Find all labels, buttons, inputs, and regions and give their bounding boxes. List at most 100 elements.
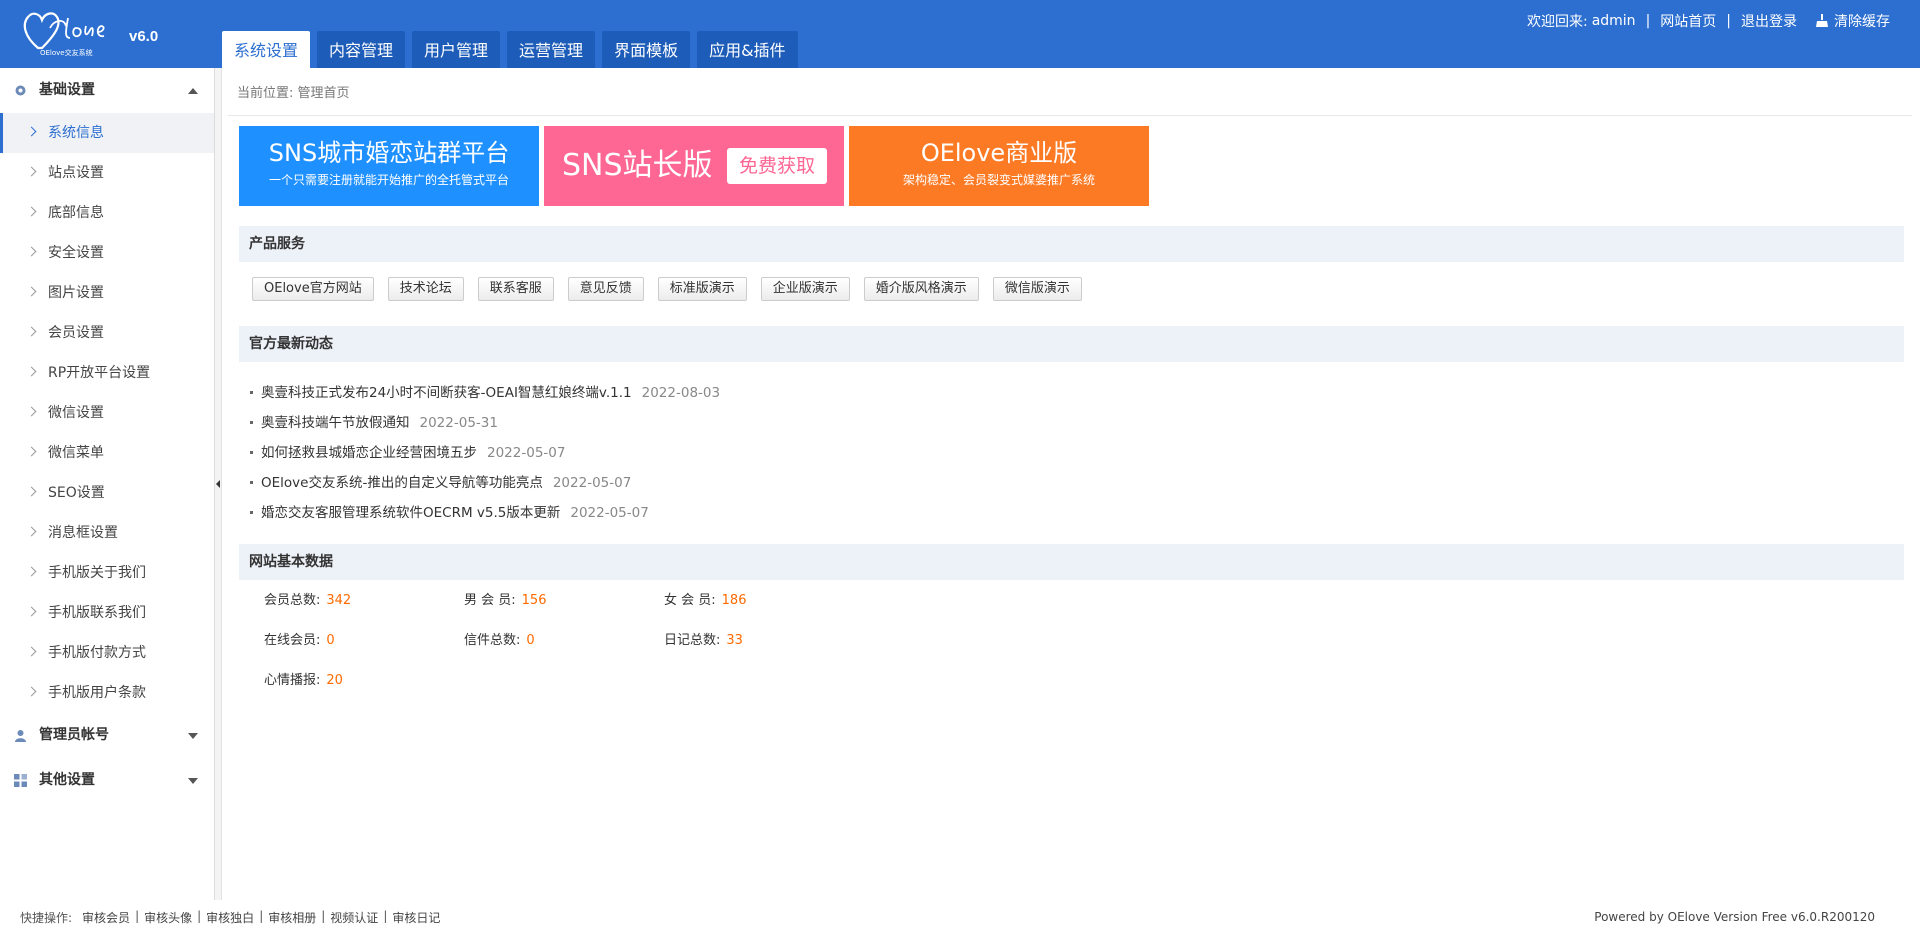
sidebar-item-label: RP开放平台设置 — [48, 365, 151, 381]
sidebar-item-label: 消息框设置 — [48, 525, 118, 541]
oelove-official-site-button[interactable]: OElove官方网站 — [252, 277, 374, 301]
stat-label: 日记总数: — [664, 633, 721, 648]
chevron-right-icon — [26, 126, 37, 137]
bullet-icon — [250, 391, 253, 394]
standard-demo-button[interactable]: 标准版演示 — [657, 277, 747, 301]
quick-review-diaries[interactable]: 审核日记 — [392, 909, 440, 926]
quick-actions: 快捷操作: 审核会员 | 审核头像 | 审核独白 | 审核相册 | 视频认证 | 审核日记 — [20, 909, 440, 926]
oelove-logo[interactable]: OElove交友系统 — [20, 8, 120, 62]
matchmaking-style-demo-button[interactable]: 婚介版风格演示 — [863, 277, 979, 301]
sidebar-item-mobile-contact[interactable]: 手机版联系我们 — [0, 593, 214, 633]
quick-video-verify[interactable]: 视频认证 — [330, 909, 378, 926]
sidebar-group-basic-settings[interactable]: 基础设置 — [0, 68, 214, 113]
sidebar-item-site-settings[interactable]: 站点设置 — [0, 153, 214, 193]
promo-banners: SNS城市婚恋站群平台 一个只需要注册就能开始推广的全托管式平台 SNS站长版 … — [239, 126, 1154, 206]
enterprise-demo-button[interactable]: 企业版演示 — [760, 277, 850, 301]
quick-review-avatars[interactable]: 审核头像 — [144, 909, 192, 926]
news-title-link[interactable]: 奥壹科技正式发布24小时不间断获客-OEAI智慧红娘终端v.1.1 — [261, 385, 632, 401]
news-list: 奥壹科技正式发布24小时不间断获客-OEAI智慧红娘终端v.1.1 2022-08… — [250, 378, 720, 528]
stat-value: 33 — [726, 633, 743, 648]
username-link[interactable]: admin — [1592, 13, 1636, 29]
sidebar-item-wechat-settings[interactable]: 微信设置 — [0, 393, 214, 433]
welcome-text: 欢迎回来: — [1526, 14, 1588, 30]
news-date: 2022-05-07 — [552, 475, 632, 491]
clear-cache-button[interactable]: 清除缓存 — [1815, 11, 1890, 31]
sidebar-item-message-box[interactable]: 消息框设置 — [0, 513, 214, 553]
sidebar-item-seo[interactable]: SEO设置 — [0, 473, 214, 513]
tab-system-settings[interactable]: 系统设置 — [222, 31, 311, 68]
sidebar-group-other-settings[interactable]: 其他设置 — [0, 758, 214, 803]
quick-review-albums[interactable]: 审核相册 — [268, 909, 316, 926]
sidebar-item-label: 站点设置 — [48, 165, 104, 181]
tab-operations[interactable]: 运营管理 — [507, 31, 596, 68]
sidebar-item-image-settings[interactable]: 图片设置 — [0, 273, 214, 313]
banner-sns-webmaster[interactable]: SNS站长版 免费获取 — [544, 126, 844, 206]
chevron-right-icon — [26, 206, 37, 217]
sidebar-item-mobile-about[interactable]: 手机版关于我们 — [0, 553, 214, 593]
news-title-link[interactable]: OElove交友系统-推出的自定义导航等功能亮点 — [261, 475, 543, 491]
news-title-link[interactable]: 如何拯救县城婚恋企业经营困境五步 — [261, 445, 477, 461]
chevron-right-icon — [26, 646, 37, 657]
section-products-title: 产品服务 — [239, 226, 1904, 262]
user-icon — [15, 730, 26, 742]
sidebar-item-label: 系统信息 — [48, 125, 104, 141]
chevron-right-icon — [26, 366, 37, 377]
wechat-demo-button[interactable]: 微信版演示 — [992, 277, 1082, 301]
sidebar-item-footer-info[interactable]: 底部信息 — [0, 193, 214, 233]
bullet-icon — [250, 481, 253, 484]
news-date: 2022-05-07 — [570, 505, 649, 521]
tab-content-management[interactable]: 内容管理 — [317, 31, 406, 68]
sidebar-item-system-info[interactable]: 系统信息 — [0, 113, 214, 153]
heart-logo-icon: OElove交友系统 — [23, 12, 105, 57]
sidebar-splitter[interactable] — [215, 68, 222, 900]
sidebar-item-mobile-payment[interactable]: 手机版付款方式 — [0, 633, 214, 673]
stat-mood-posts: 心情播报: 20 — [264, 669, 343, 688]
logout-link[interactable]: 退出登录 — [1741, 11, 1797, 31]
sidebar-item-wechat-menu[interactable]: 微信菜单 — [0, 433, 214, 473]
sidebar-group-label: 基础设置 — [39, 82, 95, 98]
sidebar-item-mobile-terms[interactable]: 手机版用户条款 — [0, 673, 214, 713]
news-date: 2022-05-07 — [487, 445, 566, 461]
collapse-arrow-icon[interactable] — [216, 480, 220, 488]
chevron-right-icon — [26, 246, 37, 257]
sidebar: 基础设置 系统信息 站点设置 底部信息 安全设置 图片设置 会员设置 RP开放平… — [0, 68, 215, 900]
chevron-right-icon — [26, 526, 37, 537]
banner-oelove-commercial[interactable]: OElove商业版 架构稳定、会员裂变式媒婆推广系统 — [849, 126, 1149, 206]
site-home-link[interactable]: 网站首页 — [1660, 11, 1716, 31]
quick-review-monologues[interactable]: 审核独白 — [206, 909, 254, 926]
sidebar-group-admin-accounts[interactable]: 管理员帐号 — [0, 713, 214, 758]
quick-review-members[interactable]: 审核会员 — [82, 909, 130, 926]
tab-templates[interactable]: 界面模板 — [602, 31, 691, 68]
gear-icon — [15, 85, 26, 96]
free-get-button[interactable]: 免费获取 — [727, 148, 827, 184]
quick-actions-label: 快捷操作: — [20, 911, 73, 925]
stat-male-members: 男 会 员: 156 — [464, 589, 546, 608]
sidebar-group-label: 其他设置 — [39, 772, 95, 788]
breadcrumb: 当前位置: 管理首页 — [228, 68, 1912, 116]
section-news-title: 官方最新动态 — [239, 326, 1904, 362]
sidebar-item-rp-platform[interactable]: RP开放平台设置 — [0, 353, 214, 393]
sidebar-item-member-settings[interactable]: 会员设置 — [0, 313, 214, 353]
stat-label: 会员总数: — [264, 593, 321, 608]
feedback-button[interactable]: 意见反馈 — [567, 277, 644, 301]
news-item: 奥壹科技正式发布24小时不间断获客-OEAI智慧红娘终端v.1.1 2022-08… — [250, 378, 720, 408]
bullet-icon — [250, 511, 253, 514]
chevron-right-icon — [26, 606, 37, 617]
sidebar-item-security[interactable]: 安全设置 — [0, 233, 214, 273]
news-title-link[interactable]: 奥壹科技端午节放假通知 — [261, 415, 410, 431]
sidebar-group-label: 管理员帐号 — [39, 727, 109, 743]
stat-value: 342 — [326, 593, 352, 608]
caret-up-icon — [188, 88, 198, 94]
news-date: 2022-08-03 — [641, 385, 721, 401]
banner-sns-city-platform[interactable]: SNS城市婚恋站群平台 一个只需要注册就能开始推广的全托管式平台 — [239, 126, 539, 206]
news-title-link[interactable]: 婚恋交友客服管理系统软件OECRM v5.5版本更新 — [261, 505, 560, 521]
main-nav-tabs: 系统设置 内容管理 用户管理 运营管理 界面模板 应用&插件 — [222, 31, 805, 68]
sidebar-item-label: 微信菜单 — [48, 445, 104, 461]
bullet-icon — [250, 451, 253, 454]
tab-apps-plugins[interactable]: 应用&插件 — [697, 31, 798, 68]
contact-support-button[interactable]: 联系客服 — [477, 277, 554, 301]
stat-value: 0 — [526, 633, 535, 648]
tab-user-management[interactable]: 用户管理 — [412, 31, 501, 68]
stat-label: 信件总数: — [464, 633, 521, 648]
tech-forum-button[interactable]: 技术论坛 — [387, 277, 464, 301]
